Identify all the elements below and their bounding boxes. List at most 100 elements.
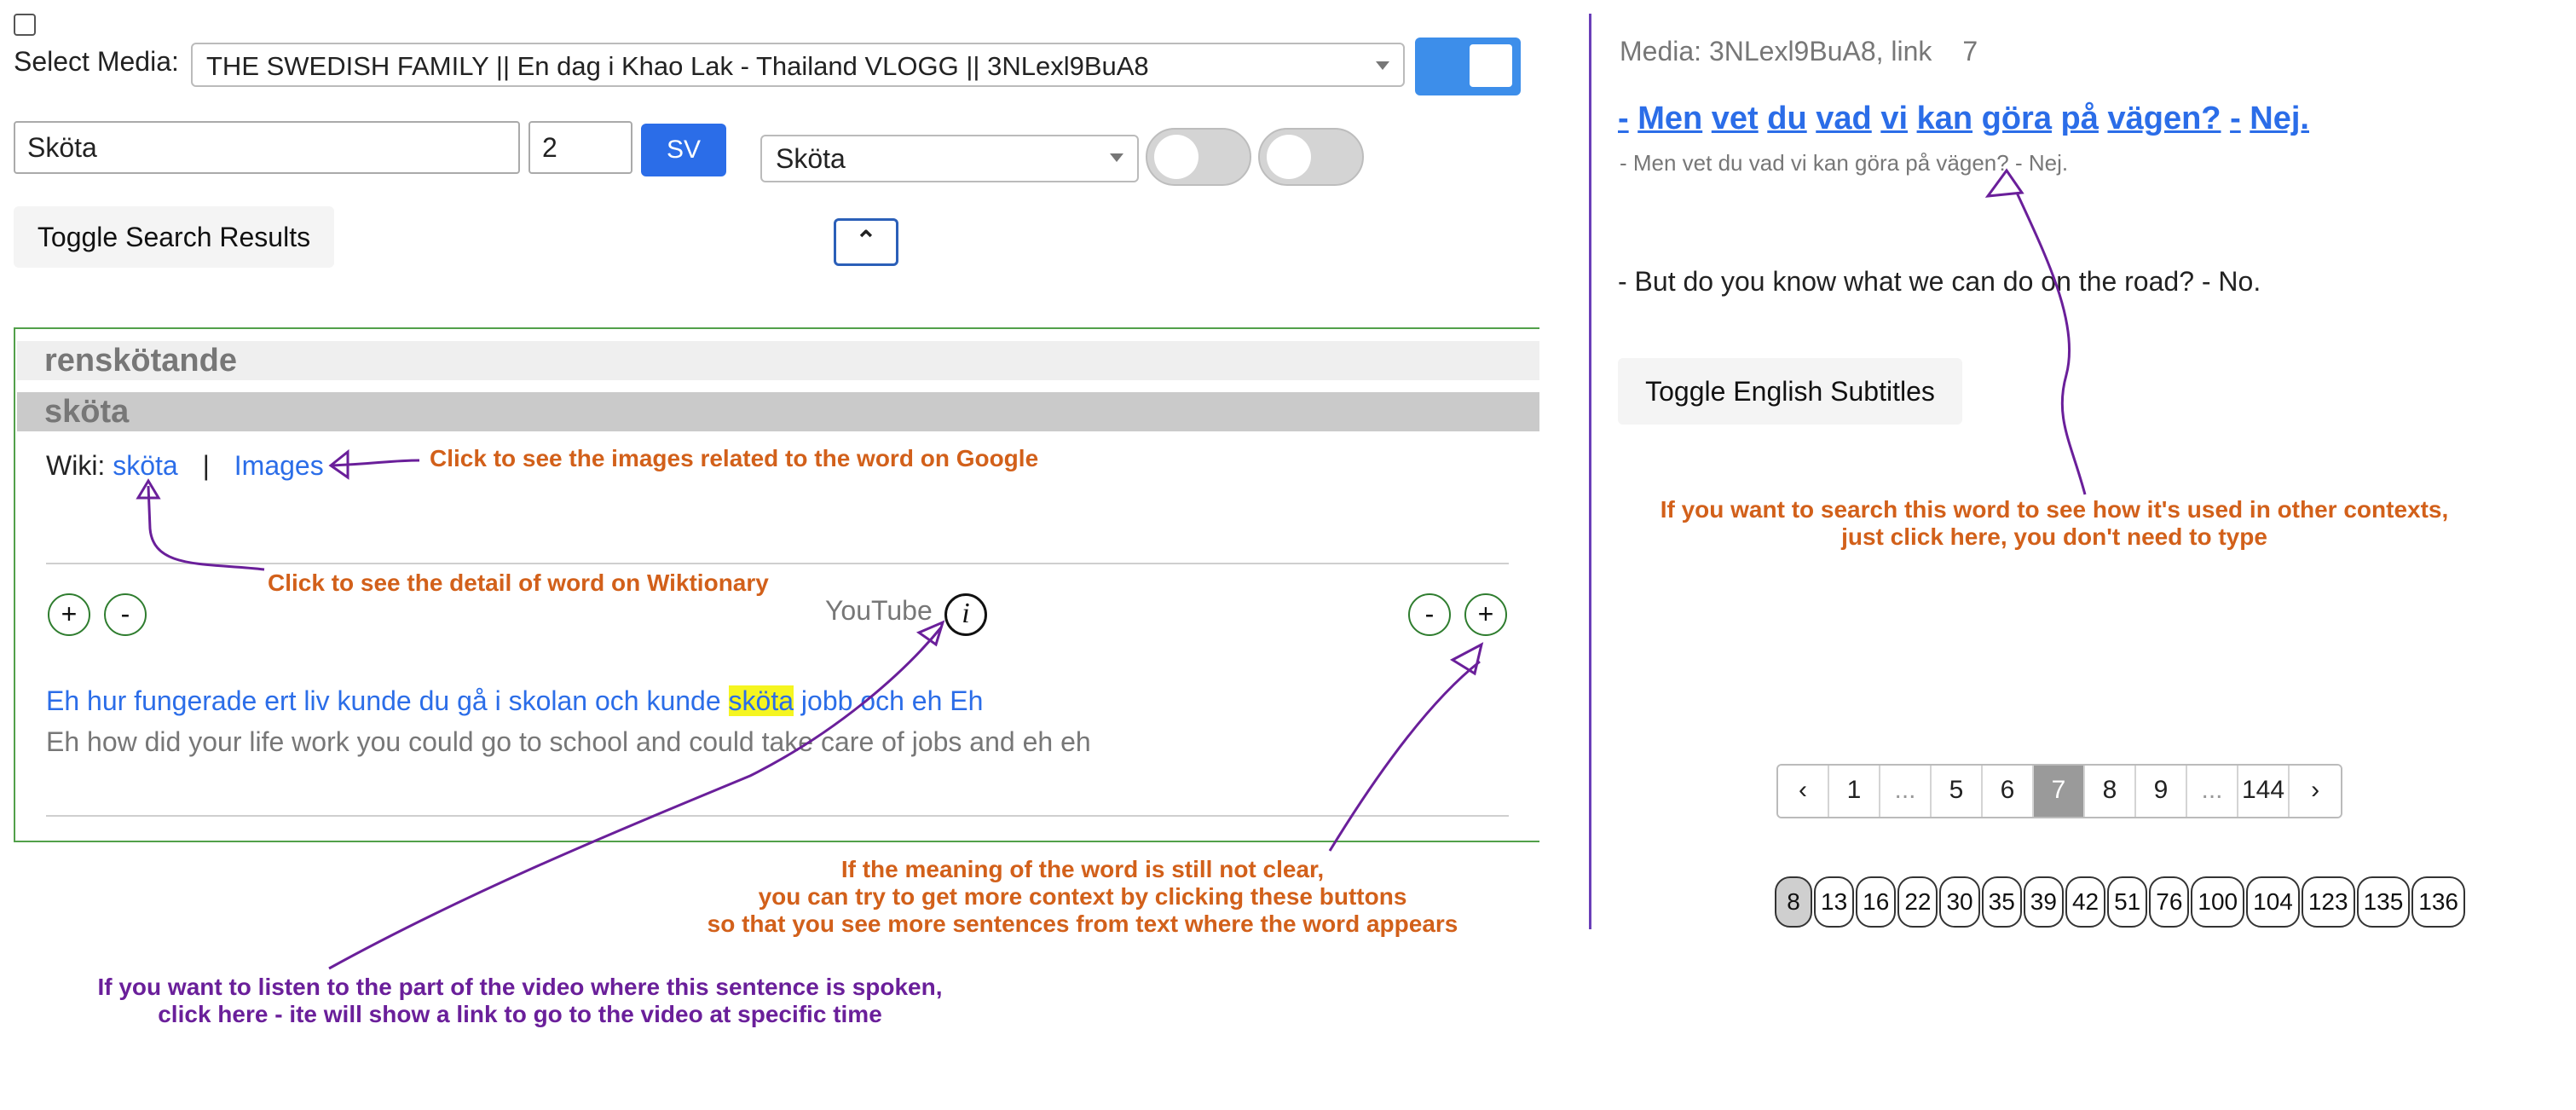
panel-divider xyxy=(1589,14,1591,929)
media-select-value: THE SWEDISH FAMILY || En dag i Khao Lak … xyxy=(206,51,1149,81)
annotation-line: If the meaning of the word is still not … xyxy=(840,856,1325,882)
pagination: ‹ 1... 5 6 7 8 9... 144 › xyxy=(1776,764,2343,818)
divider xyxy=(46,815,1509,817)
annotation-context: If the meaning of the word is still not … xyxy=(699,856,1466,938)
annotation-line: so that you see more sentences from text… xyxy=(707,911,1458,937)
subtitle-word-link[interactable]: vad xyxy=(1816,101,1871,136)
word-select[interactable]: Sköta xyxy=(760,135,1139,182)
pagination-item[interactable]: 5 xyxy=(1932,766,1983,817)
toggle-english-subtitles-button[interactable]: Toggle English Subtitles xyxy=(1618,358,1962,425)
swedish-subtitle-links: - Men vet du vad vi kan göra på vägen? -… xyxy=(1618,101,2309,137)
info-icon[interactable]: i xyxy=(944,593,987,636)
page-chip[interactable]: 39 xyxy=(2023,876,2064,928)
chevron-down-icon xyxy=(1376,61,1389,70)
annotation-line: If you want to search this word to see h… xyxy=(1660,496,2449,523)
page-chip[interactable]: 42 xyxy=(2065,876,2106,928)
annotation-wiktionary: Click to see the detail of word on Wikti… xyxy=(268,569,769,596)
expand-after-button[interactable]: + xyxy=(1464,593,1507,636)
collapse-button[interactable]: ⌃ xyxy=(834,218,898,266)
page-chip[interactable]: 8 xyxy=(1775,876,1812,928)
page-chip[interactable]: 35 xyxy=(1981,876,2022,928)
pagination-item[interactable]: 7 xyxy=(2034,766,2085,817)
pagination-next[interactable]: › xyxy=(2290,766,2342,817)
subtitle-word-link[interactable]: Men xyxy=(1637,101,1702,136)
link-separator: | xyxy=(202,450,210,481)
pagination-item[interactable]: 8 xyxy=(2085,766,2136,817)
media-toggle-switch[interactable] xyxy=(1415,38,1521,95)
annotation-line: just click here, you don't need to type xyxy=(1841,523,2267,550)
annotation-line: If you want to listen to the part of the… xyxy=(97,974,943,1000)
arrow-search xyxy=(2015,192,2087,495)
language-button[interactable]: SV xyxy=(641,124,726,176)
pagination-item[interactable]: 9 xyxy=(2136,766,2187,817)
annotation-line: you can try to get more context by click… xyxy=(758,883,1407,910)
media-select[interactable]: THE SWEDISH FAMILY || En dag i Khao Lak … xyxy=(191,43,1405,87)
subtitle-word-link[interactable]: - xyxy=(2230,101,2241,136)
subtitle-word-link[interactable]: - xyxy=(1618,101,1629,136)
shrink-after-button[interactable]: - xyxy=(1408,593,1451,636)
annotation-line: click here - ite will show a link to go … xyxy=(158,1001,882,1027)
subtitle-word-link[interactable]: kan xyxy=(1917,101,1972,136)
show-checkbox[interactable] xyxy=(14,14,36,36)
chevron-down-icon xyxy=(1110,153,1123,162)
wiki-label: Wiki: xyxy=(46,450,106,481)
page-chip[interactable]: 135 xyxy=(2356,876,2411,928)
result-word-skota[interactable]: sköta xyxy=(17,392,1539,431)
pagination-item[interactable]: 144 xyxy=(2238,766,2290,817)
page-chip[interactable]: 104 xyxy=(2246,876,2300,928)
page-chip[interactable]: 13 xyxy=(1814,876,1855,928)
page-chip[interactable]: 16 xyxy=(1856,876,1897,928)
youtube-label: YouTube xyxy=(825,595,933,626)
subtitle-word-link[interactable]: på xyxy=(2061,101,2099,136)
pagination-item[interactable]: 6 xyxy=(1983,766,2034,817)
images-link[interactable]: Images xyxy=(234,450,324,481)
swedish-subtitle: - Men vet du vad vi kan göra på vägen? -… xyxy=(1620,150,2069,176)
result-word-renskotande[interactable]: renskötande xyxy=(17,341,1539,380)
page-chip[interactable]: 100 xyxy=(2191,876,2245,928)
media-info: Media: 3NLexl9BuA8, link 7 xyxy=(1620,36,1978,67)
swedish-sentence: Eh hur fungerade ert liv kunde du gå i s… xyxy=(46,685,983,717)
count-input[interactable]: 2 xyxy=(528,121,632,174)
pagination-item[interactable]: 1 xyxy=(1829,766,1880,817)
highlighted-word: sköta xyxy=(728,685,794,716)
toggle-knob xyxy=(1154,135,1198,179)
media-label: Media: 3NLexl9BuA8, link xyxy=(1620,36,1932,66)
page-chip[interactable]: 123 xyxy=(2301,876,2355,928)
page-chip[interactable]: 76 xyxy=(2149,876,2190,928)
pagination-prev[interactable]: ‹ xyxy=(1778,766,1829,817)
page-chip[interactable]: 51 xyxy=(2107,876,2148,928)
select-media-label: Select Media: xyxy=(14,46,179,77)
page-chips: 8 13 16 22 30 35 39 42 51 76 100 104 123 135 136 xyxy=(1775,876,2465,928)
expand-before-button[interactable]: + xyxy=(48,593,90,636)
page-chip[interactable]: 22 xyxy=(1897,876,1938,928)
wiki-line: Wiki: sköta | Images xyxy=(46,450,324,482)
search-results-panel: renskötande sköta Wiki: sköta | Images +… xyxy=(14,327,1539,842)
subtitle-word-link[interactable]: vet xyxy=(1712,101,1759,136)
page-chip[interactable]: 136 xyxy=(2411,876,2465,928)
subtitle-word-link[interactable]: du xyxy=(1767,101,1806,136)
word-select-value: Sköta xyxy=(776,143,846,174)
subtitle-word-link[interactable]: vägen? xyxy=(2107,101,2221,136)
sentence-part: jobb och eh Eh xyxy=(794,685,984,716)
toggle-knob xyxy=(1267,135,1311,179)
toggle-switch-a[interactable] xyxy=(1146,128,1251,186)
pagination-item: ... xyxy=(2187,766,2238,817)
page-chip[interactable]: 30 xyxy=(1939,876,1980,928)
shrink-before-button[interactable]: - xyxy=(104,593,147,636)
wiktionary-link[interactable]: sköta xyxy=(113,450,177,481)
annotation-images: Click to see the images related to the w… xyxy=(430,445,1039,471)
toggle-switch-b[interactable] xyxy=(1258,128,1364,186)
annotation-search-word: If you want to search this word to see h… xyxy=(1654,496,2455,551)
search-input[interactable]: Sköta xyxy=(14,121,520,174)
subtitle-word-link[interactable]: Nej. xyxy=(2250,101,2309,136)
chevron-up-icon: ⌃ xyxy=(855,227,877,255)
sentence-part: Eh hur fungerade ert liv kunde du gå i s… xyxy=(46,685,729,716)
divider xyxy=(46,563,1509,564)
english-sentence: Eh how did your life work you could go t… xyxy=(46,726,1091,757)
annotation-youtube: If you want to listen to the part of the… xyxy=(85,974,955,1028)
toggle-search-results-button[interactable]: Toggle Search Results xyxy=(14,206,334,268)
toggle-knob xyxy=(1470,44,1512,87)
subtitle-word-link[interactable]: vi xyxy=(1880,101,1908,136)
subtitle-word-link[interactable]: göra xyxy=(1982,101,2052,136)
english-subtitle: - But do you know what we can do on the … xyxy=(1618,266,2261,297)
